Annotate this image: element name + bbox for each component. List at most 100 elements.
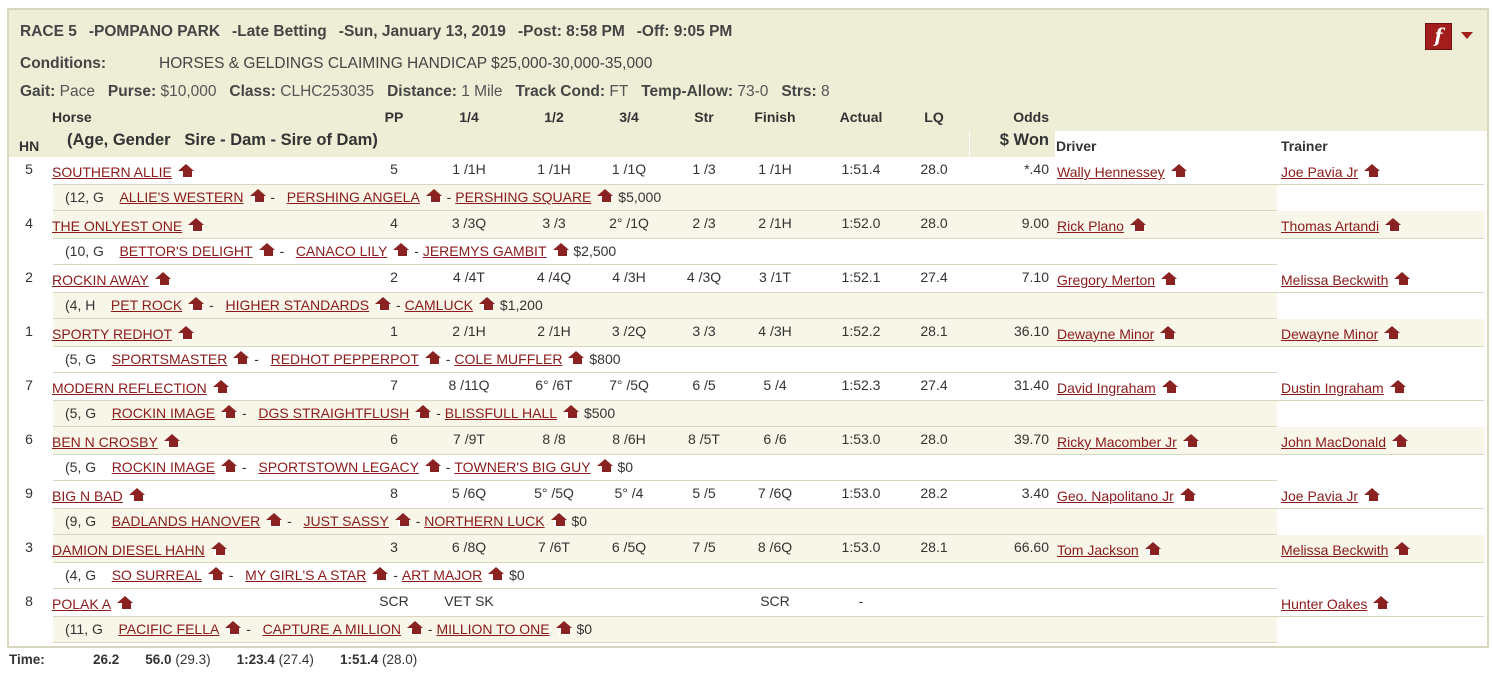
stable-icon[interactable] [1384, 326, 1401, 340]
sire-link[interactable]: BETTOR'S DELIGHT [119, 243, 252, 259]
dam-sire-link[interactable]: PERSHING SQUARE [455, 189, 591, 205]
horse-name-link[interactable]: SOUTHERN ALLIE [52, 164, 172, 180]
trainer-link[interactable]: Dustin Ingraham [1281, 380, 1384, 396]
stable-icon[interactable] [188, 218, 205, 232]
stable-icon[interactable] [1129, 218, 1147, 232]
horse-name-link[interactable]: BEN N CROSBY [52, 434, 158, 450]
stable-icon[interactable] [563, 405, 580, 419]
dam-sire-link[interactable]: NORTHERN LUCK [424, 513, 544, 529]
horse-name-link[interactable]: SPORTY REDHOT [52, 326, 172, 342]
stable-icon[interactable] [225, 621, 242, 635]
stable-icon[interactable] [393, 243, 410, 257]
driver-link[interactable]: Tom Jackson [1057, 542, 1139, 558]
stable-icon[interactable] [1161, 380, 1179, 394]
stable-icon[interactable] [488, 567, 505, 581]
stable-icon[interactable] [407, 621, 424, 635]
stable-icon[interactable] [1170, 164, 1188, 178]
stable-icon[interactable] [1373, 596, 1390, 610]
stable-icon[interactable] [210, 542, 228, 556]
chevron-down-icon[interactable] [1461, 32, 1473, 39]
stable-icon[interactable] [1392, 434, 1409, 448]
stable-icon[interactable] [552, 243, 570, 257]
stable-icon[interactable] [424, 351, 442, 365]
trainer-link[interactable]: John MacDonald [1281, 434, 1386, 450]
stable-icon[interactable] [555, 621, 573, 635]
horse-name-link[interactable]: POLAK A [52, 596, 111, 612]
stable-icon[interactable] [266, 513, 283, 527]
stable-icon[interactable] [1389, 380, 1407, 394]
stable-icon[interactable] [568, 351, 585, 365]
stable-icon[interactable] [1364, 164, 1381, 178]
sire-link[interactable]: BADLANDS HANOVER [112, 513, 261, 529]
trainer-link[interactable]: Dewayne Minor [1281, 326, 1378, 342]
stable-icon[interactable] [221, 405, 238, 419]
stable-icon[interactable] [415, 405, 432, 419]
stable-icon[interactable] [479, 297, 496, 311]
stable-icon[interactable] [1182, 434, 1200, 448]
driver-link[interactable]: Gregory Merton [1057, 272, 1155, 288]
stable-icon[interactable] [1160, 326, 1177, 340]
stable-icon[interactable] [212, 380, 230, 394]
sire-link[interactable]: ALLIE'S WESTERN [119, 189, 243, 205]
stable-icon[interactable] [375, 297, 392, 311]
dam-sire-link[interactable]: MILLION TO ONE [437, 621, 550, 637]
dam-sire-link[interactable]: CAMLUCK [405, 297, 473, 313]
flash-player-icon[interactable]: f [1425, 23, 1452, 50]
driver-link[interactable]: Dewayne Minor [1057, 326, 1154, 342]
stable-icon[interactable] [1364, 488, 1381, 502]
stable-icon[interactable] [258, 243, 276, 257]
stable-icon[interactable] [221, 459, 238, 473]
dam-link[interactable]: DGS STRAIGHTFLUSH [258, 405, 409, 421]
stable-icon[interactable] [207, 567, 225, 581]
stable-icon[interactable] [233, 351, 250, 365]
dam-link[interactable]: REDHOT PEPPERPOT [271, 351, 419, 367]
stable-icon[interactable] [550, 513, 568, 527]
horse-name-link[interactable]: DAMION DIESEL HAHN [52, 542, 205, 558]
trainer-link[interactable]: Melissa Beckwith [1281, 542, 1388, 558]
stable-icon[interactable] [1144, 542, 1162, 556]
stable-icon[interactable] [424, 459, 442, 473]
dam-link[interactable]: SPORTSTOWN LEGACY [258, 459, 419, 475]
dam-sire-link[interactable]: TOWNER'S BIG GUY [454, 459, 590, 475]
sire-link[interactable]: PET ROCK [111, 297, 182, 313]
stable-icon[interactable] [117, 596, 134, 610]
dam-link[interactable]: HIGHER STANDARDS [225, 297, 369, 313]
dam-sire-link[interactable]: BLISSFULL HALL [445, 405, 557, 421]
stable-icon[interactable] [1179, 488, 1197, 502]
trainer-link[interactable]: Thomas Artandi [1281, 218, 1379, 234]
stable-icon[interactable] [394, 513, 412, 527]
stable-icon[interactable] [188, 297, 205, 311]
horse-name-link[interactable]: THE ONLYEST ONE [52, 218, 182, 234]
dam-link[interactable]: JUST SASSY [304, 513, 389, 529]
horse-name-link[interactable]: ROCKIN AWAY [52, 272, 149, 288]
stable-icon[interactable] [1385, 218, 1402, 232]
stable-icon[interactable] [1161, 272, 1178, 286]
stable-icon[interactable] [249, 189, 267, 203]
trainer-link[interactable]: Melissa Beckwith [1281, 272, 1388, 288]
stable-icon[interactable] [1394, 542, 1411, 556]
dam-sire-link[interactable]: ART MAJOR [402, 567, 482, 583]
stable-icon[interactable] [163, 434, 181, 448]
sire-link[interactable]: ROCKIN IMAGE [112, 405, 215, 421]
driver-link[interactable]: David Ingraham [1057, 380, 1156, 396]
stable-icon[interactable] [425, 189, 443, 203]
stable-icon[interactable] [177, 164, 195, 178]
driver-link[interactable]: Ricky Macomber Jr [1057, 434, 1177, 450]
dam-sire-link[interactable]: COLE MUFFLER [454, 351, 562, 367]
stable-icon[interactable] [372, 567, 389, 581]
driver-link[interactable]: Geo. Napolitano Jr [1057, 488, 1174, 504]
trainer-link[interactable]: Hunter Oakes [1281, 596, 1367, 612]
horse-name-link[interactable]: MODERN REFLECTION [52, 380, 207, 396]
dam-link[interactable]: CAPTURE A MILLION [263, 621, 401, 637]
sire-link[interactable]: PACIFIC FELLA [118, 621, 219, 637]
trainer-link[interactable]: Joe Pavia Jr [1281, 488, 1358, 504]
driver-link[interactable]: Wally Hennessey [1057, 164, 1165, 180]
dam-link[interactable]: CANACO LILY [296, 243, 388, 259]
trainer-link[interactable]: Joe Pavia Jr [1281, 164, 1358, 180]
horse-name-link[interactable]: BIG N BAD [52, 488, 123, 504]
stable-icon[interactable] [154, 272, 172, 286]
dam-sire-link[interactable]: JEREMYS GAMBIT [423, 243, 547, 259]
sire-link[interactable]: SO SURREAL [112, 567, 202, 583]
dam-link[interactable]: PERSHING ANGELA [287, 189, 420, 205]
stable-icon[interactable] [178, 326, 195, 340]
